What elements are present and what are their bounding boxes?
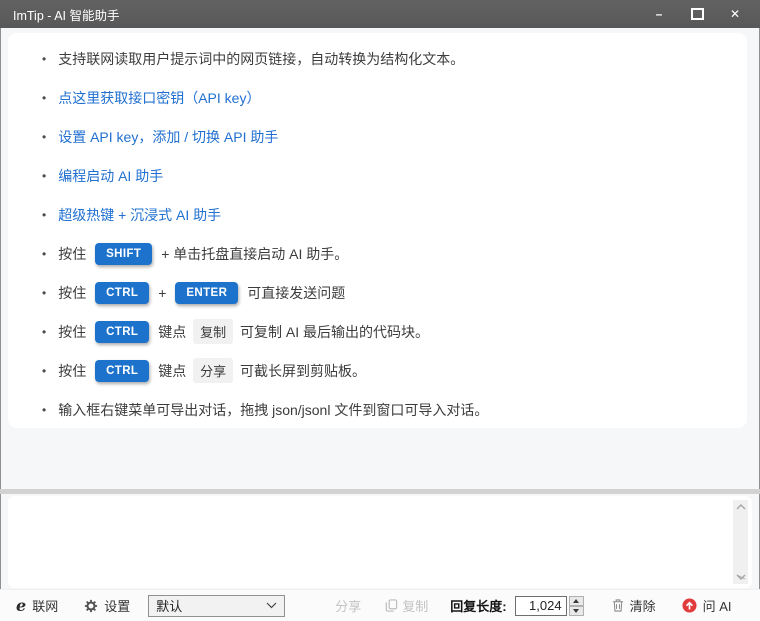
feature-text: 可截长屏到剪贴板。 — [236, 362, 367, 379]
list-item: 点这里获取接口密钥（API key） — [42, 78, 733, 117]
close-button[interactable]: ✕ — [716, 0, 754, 28]
bottom-toolbar: e 联网 设置 默认 分享 复制 回复长度: 1,024 清除 问 AI — [0, 589, 760, 621]
trash-icon — [612, 599, 623, 612]
feature-text: 按住 — [58, 245, 91, 262]
feature-text: 按住 — [58, 362, 91, 379]
chat-input[interactable] — [16, 501, 730, 587]
feature-text: 按住 — [58, 284, 91, 301]
send-arrow-icon — [682, 598, 697, 613]
list-item: 支持联网读取用户提示词中的网页链接，自动转换为结构化文本。 — [42, 39, 733, 78]
list-item: 编程启动 AI 助手 — [42, 156, 733, 195]
feature-text: 输入框右键菜单可导出对话，拖拽 json/jsonl 文件到窗口可导入对话。 — [58, 401, 489, 418]
list-item: 按住 CTRL 键点 复制 可复制 AI 最后输出的代码块。 — [42, 312, 733, 351]
clear-button[interactable]: 清除 — [612, 596, 656, 615]
settings-button[interactable]: 设置 — [84, 596, 130, 615]
feature-text: 键点 — [154, 362, 191, 379]
copy-button[interactable]: 复制 — [385, 596, 428, 615]
reply-length-input[interactable] — [514, 595, 567, 616]
network-button[interactable]: e 联网 — [16, 596, 58, 615]
title-bar: ImTip - AI 智能助手 – ✕ — [0, 0, 760, 28]
key-badge: ENTER — [175, 281, 239, 304]
composer-scrollbar[interactable] — [733, 500, 748, 584]
app-window: ImTip - AI 智能助手 – ✕ 支持联网读取用户提示词中的网页链接，自动… — [0, 0, 760, 621]
key-badge: CTRL — [95, 320, 150, 343]
minimize-button[interactable]: – — [640, 0, 678, 28]
settings-label: 设置 — [104, 599, 131, 614]
scroll-down-icon[interactable] — [736, 574, 746, 580]
feature-link[interactable]: 点这里获取接口密钥（API key） — [58, 88, 260, 108]
list-item: 超级热键 + 沉浸式 AI 助手 — [42, 195, 733, 234]
splitter-handle[interactable] — [0, 489, 760, 494]
copy-icon — [385, 599, 398, 612]
internet-icon: e — [16, 595, 27, 615]
chat-output-panel: 支持联网读取用户提示词中的网页链接，自动转换为结构化文本。点这里获取接口密钥（A… — [8, 33, 747, 428]
clear-label: 清除 — [629, 599, 656, 614]
feature-text: + 单击托盘直接启动 AI 助手。 — [157, 245, 349, 262]
feature-text: 键点 — [154, 323, 191, 340]
list-item: 按住 CTRL 键点 分享 可截长屏到剪贴板。 — [42, 351, 733, 390]
share-button[interactable]: 分享 — [335, 596, 361, 615]
list-item: 按住 CTRL + ENTER 可直接发送问题 — [42, 273, 733, 312]
key-badge: SHIFT — [95, 242, 153, 265]
window-title: ImTip - AI 智能助手 — [13, 8, 120, 23]
stepper-down-button[interactable] — [568, 605, 584, 616]
preset-selected-value: 默认 — [156, 599, 183, 614]
window-controls: – ✕ — [640, 0, 754, 28]
list-item: 设置 API key，添加 / 切换 API 助手 — [42, 117, 733, 156]
composer-panel — [8, 496, 752, 588]
feature-link[interactable]: 编程启动 AI 助手 — [58, 166, 163, 186]
reply-length-label: 回复长度: — [450, 599, 507, 614]
ask-ai-label: 问 AI — [702, 599, 732, 614]
feature-link[interactable]: 设置 API key，添加 / 切换 API 助手 — [58, 127, 278, 147]
chevron-down-icon — [266, 602, 277, 609]
feature-list: 支持联网读取用户提示词中的网页链接，自动转换为结构化文本。点这里获取接口密钥（A… — [8, 33, 747, 429]
triangle-down-icon — [573, 608, 580, 613]
list-item: 按住 SHIFT + 单击托盘直接启动 AI 助手。 — [42, 234, 733, 273]
preset-dropdown[interactable]: 默认 — [148, 594, 286, 617]
ask-ai-button[interactable]: 问 AI — [682, 596, 732, 615]
feature-text: + — [154, 284, 171, 301]
key-badge: CTRL — [95, 359, 150, 382]
maximize-button[interactable] — [678, 0, 716, 28]
feature-text: 可复制 AI 最后输出的代码块。 — [236, 323, 430, 340]
stepper-up-button[interactable] — [568, 595, 584, 606]
key-badge: CTRL — [95, 281, 150, 304]
scroll-up-icon[interactable] — [736, 504, 746, 510]
list-item: 输入框右键菜单可导出对话，拖拽 json/jsonl 文件到窗口可导入对话。 — [42, 390, 733, 429]
inline-chip: 分享 — [193, 358, 234, 383]
feature-text: 支持联网读取用户提示词中的网页链接，自动转换为结构化文本。 — [58, 50, 465, 67]
maximize-icon — [690, 8, 704, 20]
feature-text: 可直接发送问题 — [243, 284, 346, 301]
reply-length-stepper — [568, 595, 584, 616]
inline-chip: 复制 — [193, 319, 234, 344]
share-label: 分享 — [335, 599, 362, 614]
feature-text: 按住 — [58, 323, 91, 340]
gear-icon — [85, 599, 98, 612]
triangle-up-icon — [573, 598, 580, 603]
feature-link[interactable]: 超级热键 + 沉浸式 AI 助手 — [58, 205, 221, 225]
copy-label: 复制 — [402, 599, 429, 614]
network-label: 联网 — [32, 599, 59, 614]
